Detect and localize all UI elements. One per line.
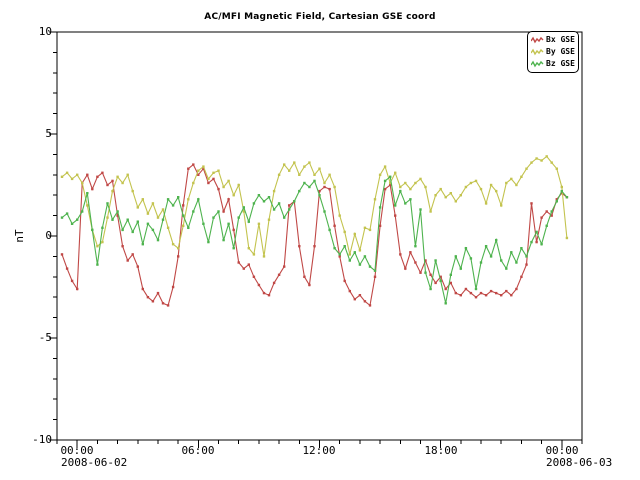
bx-line-sample-icon	[531, 36, 544, 44]
bz-line-sample-icon	[531, 60, 544, 68]
y-tick-label-0: 10	[10, 26, 52, 38]
x-tick-label-2: 12:00	[289, 445, 349, 456]
x-axis-date-start: 2008-06-02	[61, 457, 127, 468]
y-tick-label-1: 5	[10, 128, 52, 140]
legend-label-by: By GSE	[546, 46, 575, 58]
y-tick-label-3: -5	[10, 332, 52, 344]
y-axis-title: nT	[8, 224, 32, 248]
x-tick-label-0: 00:00	[47, 445, 107, 456]
x-tick-label-3: 18:00	[411, 445, 471, 456]
y-tick-label-4: -10	[10, 434, 52, 446]
legend-item-bx: Bx GSE	[531, 34, 575, 46]
x-tick-label-4: 00:00	[532, 445, 592, 456]
legend-label-bx: Bx GSE	[546, 34, 575, 46]
plot-screenshot: AC/MFI Magnetic Field, Cartesian GSE coo…	[0, 0, 640, 480]
legend-item-bz: Bz GSE	[531, 58, 575, 70]
x-axis-date-end: 2008-06-03	[546, 457, 612, 468]
legend-label-bz: Bz GSE	[546, 58, 575, 70]
by-line-sample-icon	[531, 48, 544, 56]
legend-item-by: By GSE	[531, 46, 575, 58]
x-tick-label-1: 06:00	[168, 445, 228, 456]
legend: Bx GSE By GSE Bz GSE	[527, 31, 579, 73]
